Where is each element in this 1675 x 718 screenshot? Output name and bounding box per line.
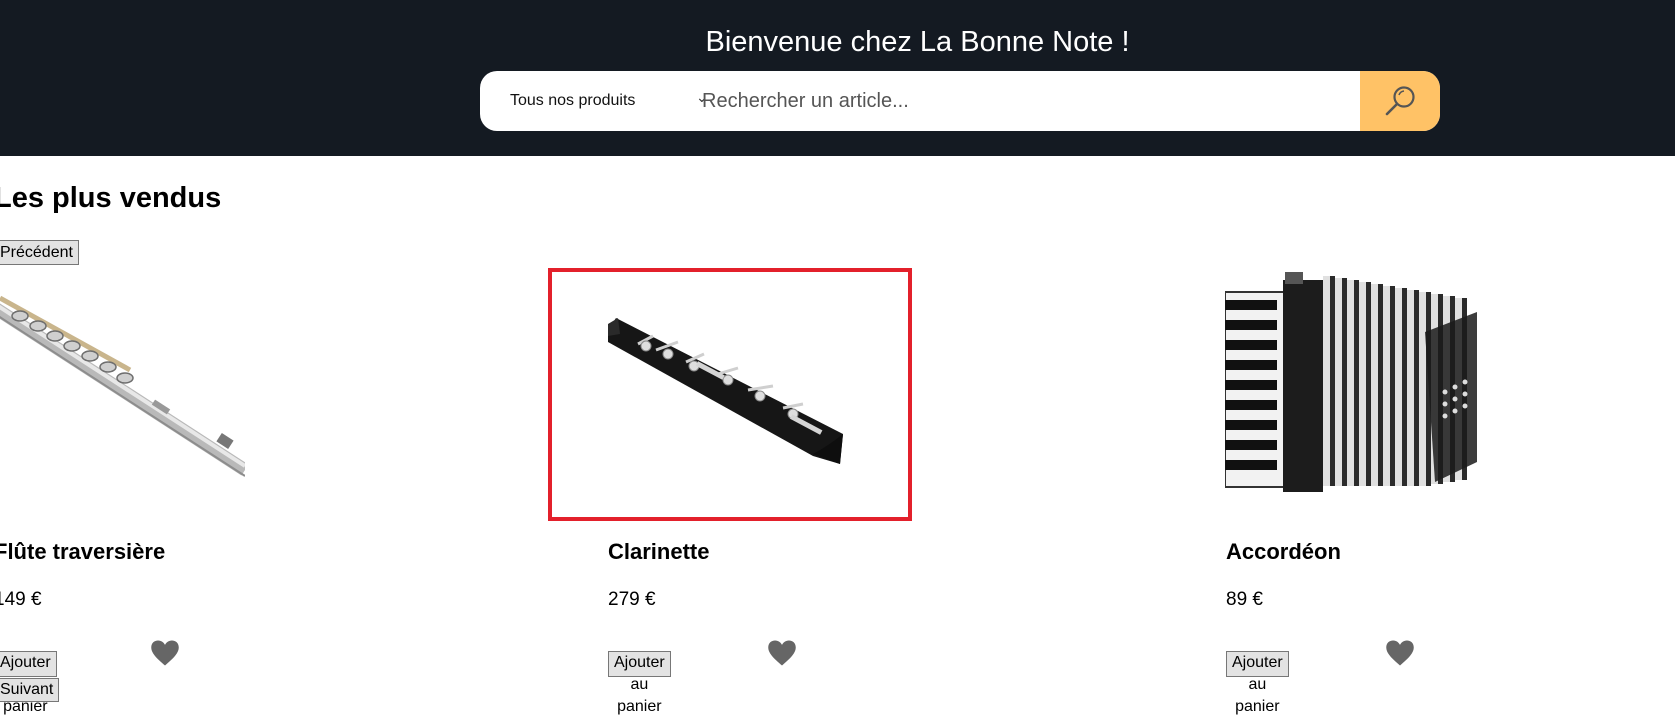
search-input[interactable]: [702, 71, 1312, 131]
next-button[interactable]: Suivant: [0, 678, 60, 702]
category-select-value: Tous nos produits: [510, 92, 636, 109]
add-to-cart-button[interactable]: Ajouter au panier: [1226, 651, 1289, 715]
heart-icon[interactable]: [767, 639, 797, 667]
previous-button[interactable]: Précédent: [0, 240, 79, 265]
category-select[interactable]: Tous nos produits ⌄: [510, 71, 708, 131]
product-title[interactable]: Flûte traversière: [0, 539, 165, 565]
section-title: Les plus vendus: [0, 182, 222, 214]
add-to-cart-button[interactable]: Ajouter au panier: [608, 651, 671, 715]
search-bar: Tous nos produits ⌄: [480, 71, 1440, 131]
product-title[interactable]: Accordéon: [1226, 539, 1341, 565]
product-price: 279 €: [608, 589, 656, 610]
search-button[interactable]: [1360, 71, 1440, 131]
product-title[interactable]: Clarinette: [608, 539, 709, 565]
flute-image: [0, 295, 245, 477]
product-price: 89 €: [1226, 589, 1263, 610]
clarinet-image: [608, 318, 843, 464]
product-price: 149 €: [0, 589, 42, 610]
heart-icon[interactable]: [1385, 639, 1415, 667]
search-icon: [1385, 86, 1415, 116]
welcome-title: Bienvenue chez La Bonne Note !: [705, 26, 1130, 58]
site-header: Bienvenue chez La Bonne Note ! Tous nos …: [0, 0, 1675, 156]
add-to-cart-button[interactable]: Ajouter au panier: [0, 651, 57, 715]
heart-icon[interactable]: [150, 639, 180, 667]
accordion-image: [1225, 272, 1477, 492]
